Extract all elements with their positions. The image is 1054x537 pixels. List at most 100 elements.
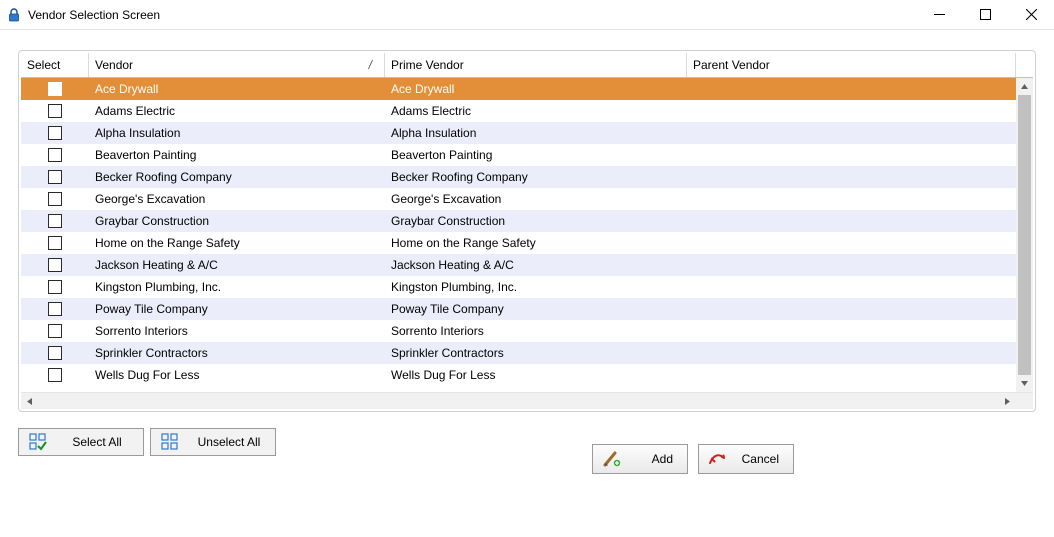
select-cell[interactable] — [21, 122, 89, 144]
checkbox[interactable] — [48, 368, 62, 382]
checkbox[interactable] — [48, 214, 62, 228]
vendor-cell: Graybar Construction — [89, 210, 385, 232]
button-label: Add — [635, 452, 677, 466]
table-row[interactable]: Jackson Heating & A/CJackson Heating & A… — [21, 254, 1016, 276]
scroll-right-icon[interactable] — [999, 393, 1016, 409]
vendor-cell: Wells Dug For Less — [89, 364, 385, 386]
select-cell[interactable] — [21, 276, 89, 298]
checkbox[interactable] — [48, 236, 62, 250]
grid-body: Ace DrywallAce DrywallAdams ElectricAdam… — [21, 78, 1033, 392]
table-row[interactable]: Becker Roofing CompanyBecker Roofing Com… — [21, 166, 1016, 188]
parent-vendor-cell — [687, 254, 1016, 276]
column-header-label: Parent Vendor — [693, 58, 770, 72]
add-button[interactable]: Add — [592, 444, 688, 474]
prime-vendor-cell: Wells Dug For Less — [385, 364, 687, 386]
vendor-cell: Adams Electric — [89, 100, 385, 122]
parent-vendor-cell — [687, 298, 1016, 320]
prime-vendor-cell: Beaverton Painting — [385, 144, 687, 166]
parent-vendor-cell — [687, 276, 1016, 298]
table-row[interactable]: Sprinkler ContractorsSprinkler Contracto… — [21, 342, 1016, 364]
cancel-icon — [709, 450, 727, 468]
select-cell[interactable] — [21, 210, 89, 232]
select-all-button[interactable]: Select All — [18, 428, 144, 456]
select-cell[interactable] — [21, 320, 89, 342]
checkbox[interactable] — [48, 302, 62, 316]
select-cell[interactable] — [21, 100, 89, 122]
table-row[interactable]: Adams ElectricAdams Electric — [21, 100, 1016, 122]
vendor-cell: Beaverton Painting — [89, 144, 385, 166]
table-row[interactable]: Beaverton PaintingBeaverton Painting — [21, 144, 1016, 166]
table-row[interactable]: Poway Tile CompanyPoway Tile Company — [21, 298, 1016, 320]
button-label: Select All — [61, 435, 133, 449]
checkbox[interactable] — [48, 170, 62, 184]
column-header-label: Prime Vendor — [391, 58, 464, 72]
parent-vendor-cell — [687, 210, 1016, 232]
column-header-parent-vendor[interactable]: Parent Vendor — [687, 53, 1016, 77]
vendor-cell: Ace Drywall — [89, 78, 385, 100]
vendor-cell: Becker Roofing Company — [89, 166, 385, 188]
window-controls — [916, 0, 1054, 29]
parent-vendor-cell — [687, 78, 1016, 100]
parent-vendor-cell — [687, 232, 1016, 254]
select-cell[interactable] — [21, 166, 89, 188]
select-cell[interactable] — [21, 254, 89, 276]
parent-vendor-cell — [687, 364, 1016, 386]
bottom-bar: Select All Unselect All — [18, 428, 1036, 474]
scroll-down-icon[interactable] — [1016, 375, 1033, 392]
button-label: Unselect All — [193, 435, 265, 449]
table-row[interactable]: Sorrento InteriorsSorrento Interiors — [21, 320, 1016, 342]
checkbox[interactable] — [48, 126, 62, 140]
select-cell[interactable] — [21, 78, 89, 100]
checkbox[interactable] — [48, 346, 62, 360]
button-label: Cancel — [741, 452, 783, 466]
prime-vendor-cell: Poway Tile Company — [385, 298, 687, 320]
select-cell[interactable] — [21, 232, 89, 254]
horizontal-scrollbar[interactable] — [21, 392, 1033, 409]
prime-vendor-cell: Home on the Range Safety — [385, 232, 687, 254]
table-row[interactable]: Ace DrywallAce Drywall — [21, 78, 1016, 100]
parent-vendor-cell — [687, 342, 1016, 364]
table-row[interactable]: Wells Dug For LessWells Dug For Less — [21, 364, 1016, 386]
table-row[interactable]: Kingston Plumbing, Inc.Kingston Plumbing… — [21, 276, 1016, 298]
scroll-thumb[interactable] — [1018, 95, 1031, 375]
column-header-vendor[interactable]: Vendor / — [89, 53, 385, 77]
vertical-scrollbar[interactable] — [1016, 78, 1033, 392]
checkbox[interactable] — [48, 82, 62, 96]
checkbox[interactable] — [48, 192, 62, 206]
table-row[interactable]: Graybar ConstructionGraybar Construction — [21, 210, 1016, 232]
table-row[interactable]: Home on the Range SafetyHome on the Rang… — [21, 232, 1016, 254]
cancel-button[interactable]: Cancel — [698, 444, 794, 474]
checkbox[interactable] — [48, 104, 62, 118]
table-row[interactable]: George's ExcavationGeorge's Excavation — [21, 188, 1016, 210]
prime-vendor-cell: Sorrento Interiors — [385, 320, 687, 342]
parent-vendor-cell — [687, 188, 1016, 210]
minimize-button[interactable] — [916, 0, 962, 29]
close-button[interactable] — [1008, 0, 1054, 29]
hscroll-track[interactable] — [38, 393, 999, 409]
select-cell[interactable] — [21, 298, 89, 320]
scroll-up-icon[interactable] — [1016, 78, 1033, 95]
maximize-button[interactable] — [962, 0, 1008, 29]
vendor-cell: Alpha Insulation — [89, 122, 385, 144]
scroll-left-icon[interactable] — [21, 393, 38, 409]
select-cell[interactable] — [21, 144, 89, 166]
select-cell[interactable] — [21, 342, 89, 364]
unselect-all-button[interactable]: Unselect All — [150, 428, 276, 456]
table-row-blank — [21, 386, 1016, 392]
selection-buttons: Select All Unselect All — [18, 428, 276, 456]
table-row[interactable]: Alpha InsulationAlpha Insulation — [21, 122, 1016, 144]
checkbox[interactable] — [48, 324, 62, 338]
checkbox[interactable] — [48, 148, 62, 162]
column-header-prime-vendor[interactable]: Prime Vendor — [385, 53, 687, 77]
vendor-cell: George's Excavation — [89, 188, 385, 210]
column-header-select[interactable]: Select — [21, 53, 89, 77]
select-cell[interactable] — [21, 188, 89, 210]
vendor-cell: Sprinkler Contractors — [89, 342, 385, 364]
checkbox[interactable] — [48, 280, 62, 294]
parent-vendor-cell — [687, 144, 1016, 166]
window-title: Vendor Selection Screen — [28, 8, 916, 22]
checkbox[interactable] — [48, 258, 62, 272]
select-cell[interactable] — [21, 364, 89, 386]
select-all-icon — [29, 433, 47, 451]
column-header-label: Vendor — [95, 58, 133, 72]
